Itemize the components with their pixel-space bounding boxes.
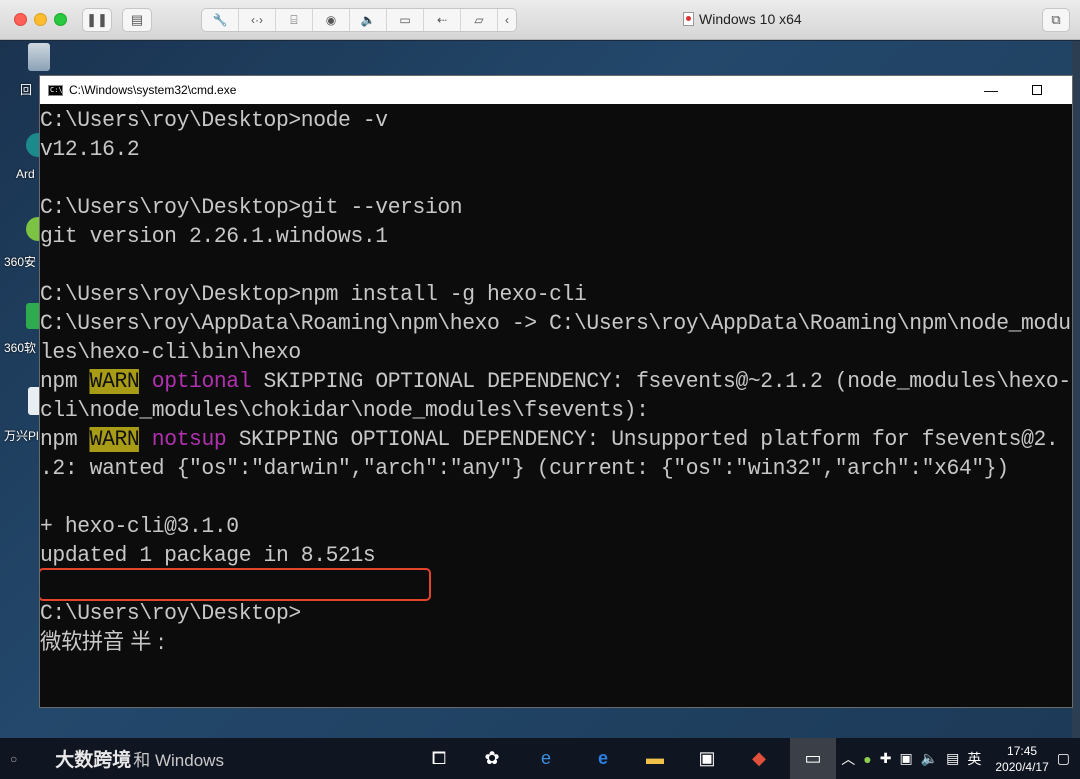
console-warn-line: npm WARN optional SKIPPING OPTIONAL DEPE…: [40, 367, 1071, 396]
console-line: .2: wanted {"os":"darwin","arch":"any"} …: [40, 456, 1009, 481]
console-line: cli\node_modules\chokidar\node_modules\f…: [40, 398, 649, 423]
ime-indicator[interactable]: 英: [967, 749, 981, 769]
console-line: C:\Users\roy\Desktop>npm install -g hexo…: [40, 282, 587, 307]
cmd-titlebar[interactable]: C:\ C:\Windows\system32\cmd.exe —: [40, 76, 1072, 104]
folder-share-icon[interactable]: ▱: [461, 9, 498, 31]
close-window-button[interactable]: [14, 13, 27, 26]
store-icon[interactable]: ▣: [692, 744, 722, 772]
edge-icon[interactable]: e: [588, 744, 618, 772]
highlight-annotation: [40, 568, 431, 601]
warn-badge: WARN: [89, 369, 140, 394]
console-prompt: C:\Users\roy\Desktop>: [40, 601, 301, 626]
maximize-icon: [1032, 85, 1042, 95]
minimize-icon: —: [984, 82, 998, 98]
git-icon[interactable]: ◆: [744, 744, 774, 772]
wrench-icon[interactable]: 🔧: [202, 9, 239, 31]
desktop-icon-360safe[interactable]: 360安: [4, 217, 50, 269]
console-line: v12.16.2: [40, 137, 140, 162]
recycle-bin-icon: [28, 43, 50, 71]
vm-title-text: Windows 10 x64: [699, 11, 802, 27]
volume-icon[interactable]: 🔈: [921, 750, 938, 767]
pause-icon: ❚❚: [86, 12, 108, 27]
warn-level: optional: [151, 369, 252, 394]
warn-message: SKIPPING OPTIONAL DEPENDENCY: fsevents@~…: [251, 369, 1072, 394]
camera-icon[interactable]: ◉: [313, 9, 350, 31]
console-line: C:\Users\roy\AppData\Roaming\npm\hexo ->…: [40, 311, 1071, 336]
npm-prefix: npm: [40, 369, 90, 394]
clock-date: 2020/4/17: [995, 759, 1049, 774]
desktop-icon-label: 360软: [4, 341, 37, 355]
zoom-window-button[interactable]: [54, 13, 67, 26]
restore-icon: ⧉: [1051, 12, 1061, 27]
windows-taskbar: ○ 大数跨境 和 Windows ⧠ ✿ e e ▬ ▣ ◆ ▭ ︿ ● ✚ ▣…: [0, 738, 1080, 779]
cmd-window: C:\ C:\Windows\system32\cmd.exe — C:\Use…: [39, 75, 1073, 708]
warn-badge: WARN: [89, 427, 140, 452]
ie-icon[interactable]: e: [531, 744, 561, 772]
vm-document-icon: [683, 12, 694, 26]
vm-scrollbar[interactable]: [1072, 41, 1080, 738]
ime-status-line: 微软拼音 半 :: [40, 630, 165, 655]
console-line: git version 2.26.1.windows.1: [40, 224, 388, 249]
search-placeholder: 和 Windows: [133, 751, 224, 770]
minimize-window-button[interactable]: [34, 13, 47, 26]
cmd-title: C:\Windows\system32\cmd.exe: [69, 83, 237, 97]
desktop-icon-wondershare[interactable]: 万兴Pl: [4, 387, 48, 443]
code-icon[interactable]: ‹·›: [239, 9, 276, 31]
desktop-icon-arduino[interactable]: Ard: [4, 133, 50, 181]
desktop-icon-label: 360安: [4, 255, 37, 269]
cmd-maximize-button[interactable]: [1014, 76, 1060, 104]
message-icon[interactable]: ▤: [946, 750, 959, 767]
pause-vm-button[interactable]: ❚❚: [82, 8, 112, 32]
app-icon[interactable]: ✿: [477, 744, 507, 772]
file-explorer-icon[interactable]: ▬: [640, 744, 670, 772]
network-icon[interactable]: ▣: [899, 750, 912, 767]
taskbar-search[interactable]: ○ 大数跨境 和 Windows: [0, 738, 410, 779]
app-tray-icon[interactable]: ●: [863, 751, 871, 767]
video-icon[interactable]: ▭: [387, 9, 424, 31]
cmd-minimize-button[interactable]: —: [968, 76, 1014, 104]
settings-list-icon: ▤: [130, 12, 144, 27]
fullscreen-button[interactable]: ⧉: [1042, 8, 1070, 32]
cmd-app-icon: C:\: [48, 84, 63, 96]
security-icon[interactable]: ✚: [880, 750, 892, 767]
desktop-icon-360soft[interactable]: 360软: [4, 303, 48, 355]
vm-window-titlebar: ❚❚ ▤ 🔧 ‹·› ⌸ ◉ 🔈 ▭ ⇠ ▱ ‹ Windows 10 x64 …: [0, 0, 1080, 40]
clock[interactable]: 17:45 2020/4/17: [995, 743, 1048, 775]
cmd-console-output[interactable]: C:\Users\roy\Desktop>node -v v12.16.2 C:…: [40, 104, 1072, 707]
usb-icon[interactable]: ⇠: [424, 9, 461, 31]
notification-icon[interactable]: ▢: [1057, 750, 1070, 767]
vm-settings-button[interactable]: ▤: [122, 8, 152, 32]
console-warn-line: npm WARN notsup SKIPPING OPTIONAL DEPEND…: [40, 425, 1059, 454]
desktop-icon-label: 万兴Pl: [4, 429, 39, 443]
desktop-icon-recycle-bin[interactable]: 回: [4, 43, 50, 97]
npm-prefix: npm: [40, 427, 90, 452]
task-view-icon[interactable]: ⧠: [424, 744, 454, 772]
console-line: C:\Users\roy\Desktop>git --version: [40, 195, 463, 220]
cmd-icon[interactable]: ▭: [790, 738, 836, 779]
desktop-icon-label: Ard: [16, 167, 35, 181]
drive-icon[interactable]: ⌸: [276, 9, 313, 31]
clock-time: 17:45: [1007, 743, 1038, 758]
vm-toolbar-group: 🔧 ‹·› ⌸ ◉ 🔈 ▭ ⇠ ▱ ‹: [201, 8, 517, 32]
console-line: C:\Users\roy\Desktop>node -v: [40, 108, 388, 133]
warn-level: notsup: [151, 427, 227, 452]
system-tray: ︿ ● ✚ ▣ 🔈 ▤ 英 17:45 2020/4/17 ▢: [841, 738, 1070, 779]
vm-window-title: Windows 10 x64: [683, 11, 802, 27]
desktop-icon-label: 回: [20, 83, 33, 97]
console-line: + hexo-cli@3.1.0: [40, 514, 239, 539]
warn-message: SKIPPING OPTIONAL DEPENDENCY: Unsupporte…: [226, 427, 1059, 452]
console-line: les\hexo-cli\bin\hexo: [40, 340, 301, 365]
console-line-updated: updated 1 package in 8.521s: [40, 543, 376, 568]
watermark-brand: 大数跨境: [55, 750, 132, 771]
chevron-left-icon[interactable]: ‹: [498, 9, 516, 31]
search-icon: ○: [10, 751, 18, 766]
speaker-icon[interactable]: 🔈: [350, 9, 387, 31]
chevron-up-icon[interactable]: ︿: [841, 749, 855, 769]
